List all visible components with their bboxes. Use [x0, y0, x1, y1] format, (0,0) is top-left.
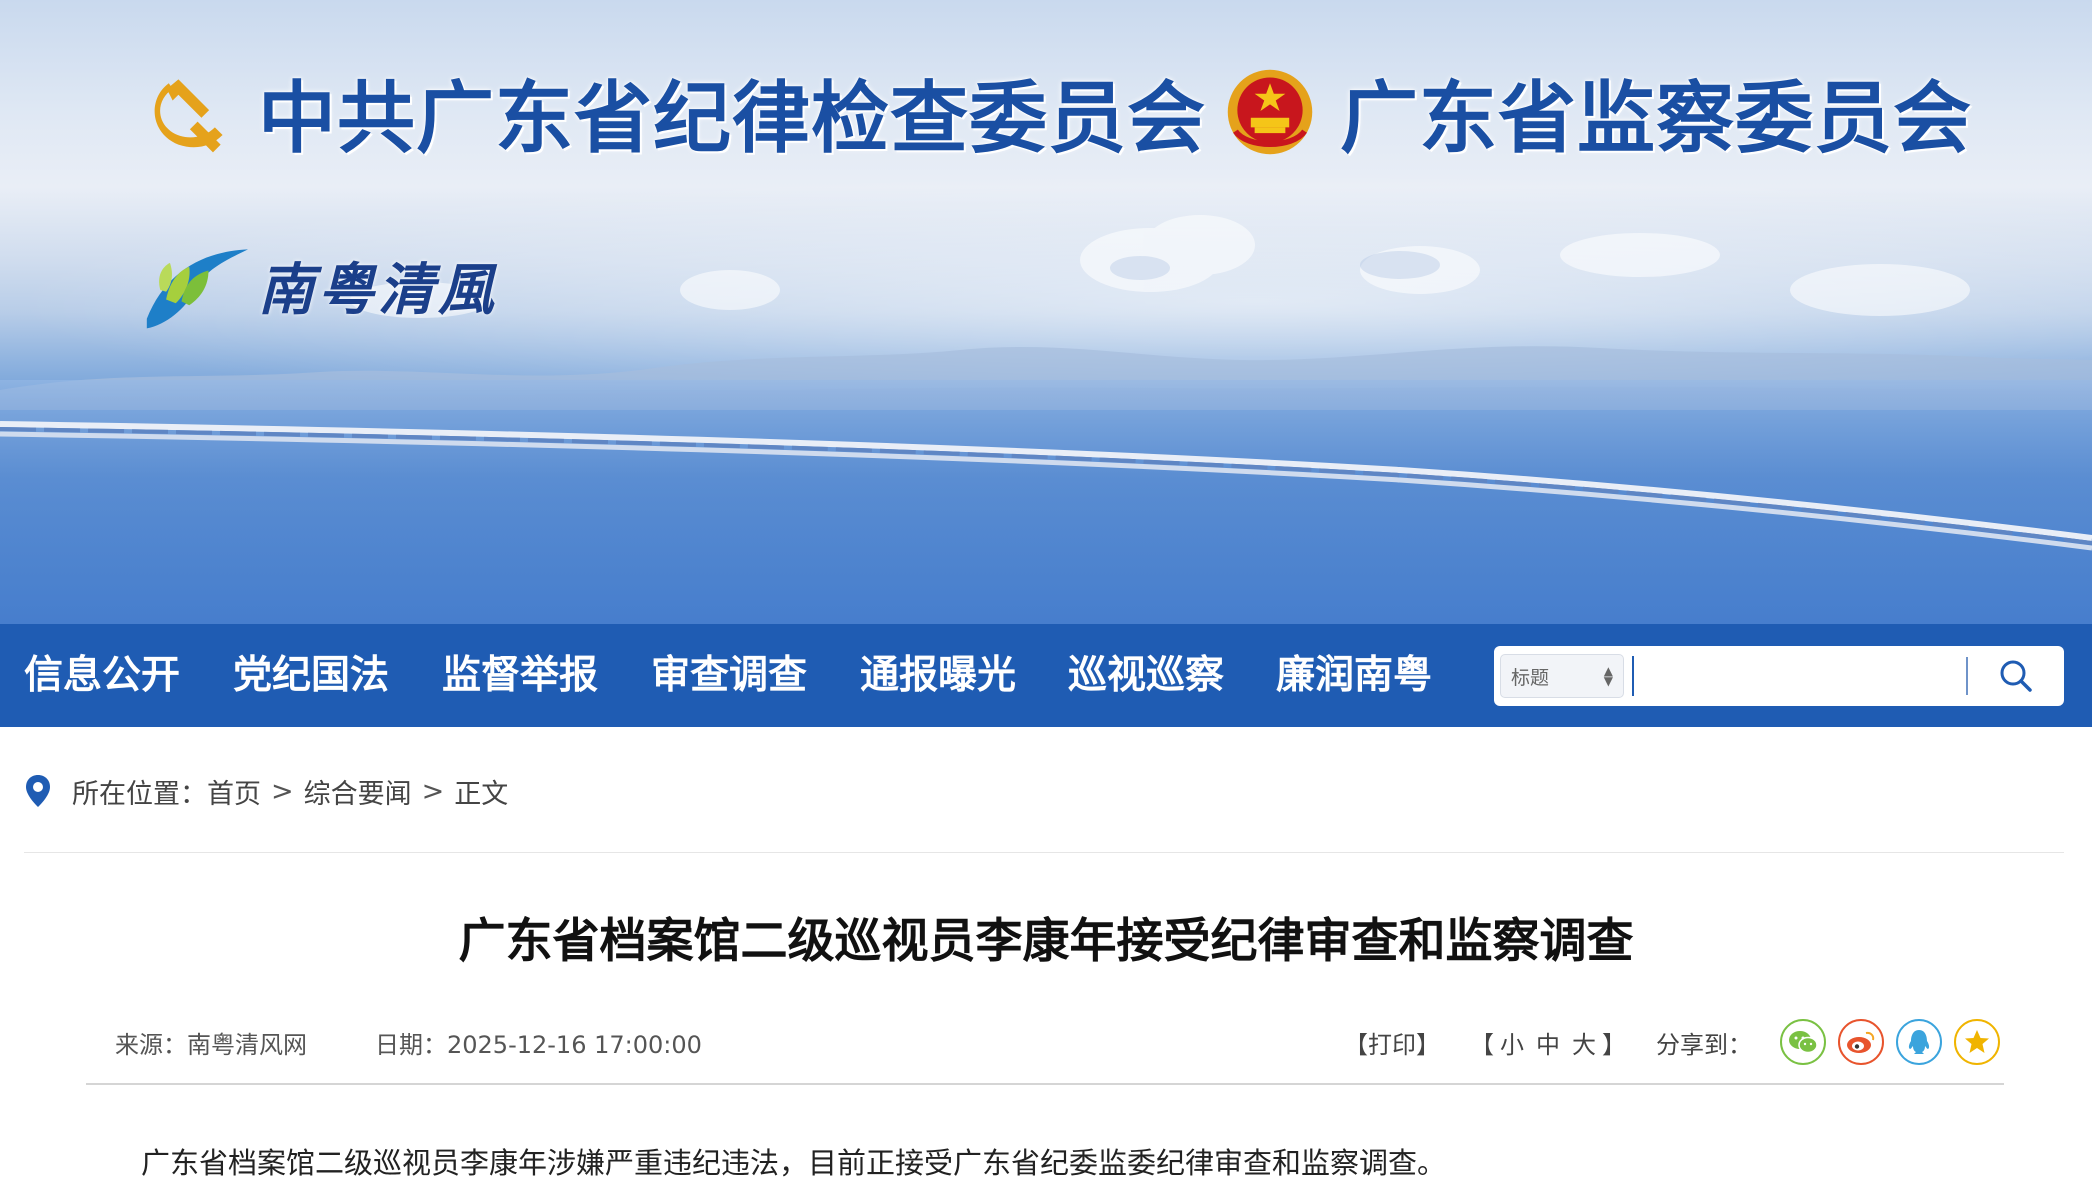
article-meta: 来源：南粤清风网 日期：2025-12-16 17:00:00: [115, 1020, 702, 1064]
supervision-title-group: 广东省监察委员会: [1222, 62, 1972, 164]
weibo-icon[interactable]: [1838, 1019, 1884, 1065]
search-input[interactable]: [1634, 651, 1966, 701]
supervision-title: 广东省监察委员会: [1340, 74, 1973, 164]
header-banner: 中共广东省纪律检查委员会 广东省监察委员会 南粤清風: [0, 0, 2092, 624]
slogan-group: 南粤清風: [136, 232, 498, 338]
search-scope-value: 标题: [1511, 666, 1550, 689]
nav-item-exposure[interactable]: 通报曝光: [860, 624, 1016, 727]
nav-item-lianrun[interactable]: 廉润南粤: [1276, 624, 1432, 727]
article-tools: 【打印】 【 小 中 大 】 分享到：: [1344, 1018, 2000, 1066]
qzone-icon[interactable]: [1954, 1019, 2000, 1065]
breadcrumb-separator: >: [271, 775, 294, 807]
search-scope-select[interactable]: 标题 ▲ ▼: [1500, 654, 1624, 698]
search-icon: [2000, 660, 2032, 692]
wechat-icon[interactable]: [1780, 1019, 1826, 1065]
cdi-title: 中共广东省纪律检查委员会: [258, 74, 1207, 164]
print-button[interactable]: 【打印】: [1344, 1025, 1440, 1060]
slogan-text: 南粤清風: [258, 256, 498, 323]
breadcrumb-divider: [24, 852, 2064, 853]
party-emblem-icon: [154, 79, 223, 153]
select-arrows-icon: ▲ ▼: [1603, 664, 1613, 688]
nav-item-party-law[interactable]: 党纪国法: [233, 624, 389, 727]
nav-item-investigation[interactable]: 审查调查: [651, 624, 807, 727]
bridge-illustration: [0, 421, 2092, 551]
search-button[interactable]: [1968, 646, 2064, 706]
qq-icon[interactable]: [1896, 1019, 1942, 1065]
article-title: 广东省档案馆二级巡视员李康年接受纪律审查和监察调查: [458, 914, 1634, 969]
breadcrumb-separator: >: [421, 775, 445, 807]
location-pin-icon: [26, 775, 50, 807]
meta-divider: [86, 1083, 2004, 1085]
nav-item-info-disclosure[interactable]: 信息公开: [24, 624, 180, 727]
font-size-bracket-open: 【: [1470, 1030, 1494, 1059]
search-box: 标题 ▲ ▼: [1494, 646, 2064, 706]
share-label: 分享到：: [1656, 1030, 1752, 1059]
breadcrumb-home[interactable]: 首页: [207, 772, 261, 811]
breadcrumb-label: 所在位置：: [72, 778, 207, 810]
font-size-bracket-close: 】: [1602, 1030, 1626, 1059]
font-size-medium-button[interactable]: 中: [1536, 1025, 1560, 1060]
breadcrumb: 所在位置： 首页 > 综合要闻 > 正文: [24, 766, 508, 816]
breadcrumb-current: 正文: [454, 778, 509, 810]
national-emblem-icon: [1227, 69, 1313, 155]
article-body: 广东省档案馆二级巡视员李康年涉嫌严重违纪违法，目前正接受广东省纪委监委纪律审查和…: [141, 1146, 1447, 1180]
article-date: 日期：2025-12-16 17:00:00: [375, 1030, 702, 1059]
breadcrumb-news[interactable]: 综合要闻: [304, 772, 412, 811]
font-size-large-button[interactable]: 大: [1572, 1025, 1596, 1060]
cdi-title-group: 中共广东省纪律检查委员会: [140, 62, 1206, 164]
article-source: 来源：南粤清风网: [115, 1030, 307, 1059]
nav-item-report[interactable]: 监督举报: [442, 624, 598, 727]
nav-item-inspection[interactable]: 巡视巡察: [1068, 624, 1224, 727]
lotus-logo-icon: [146, 249, 248, 329]
font-size-small-button[interactable]: 小: [1500, 1025, 1524, 1060]
